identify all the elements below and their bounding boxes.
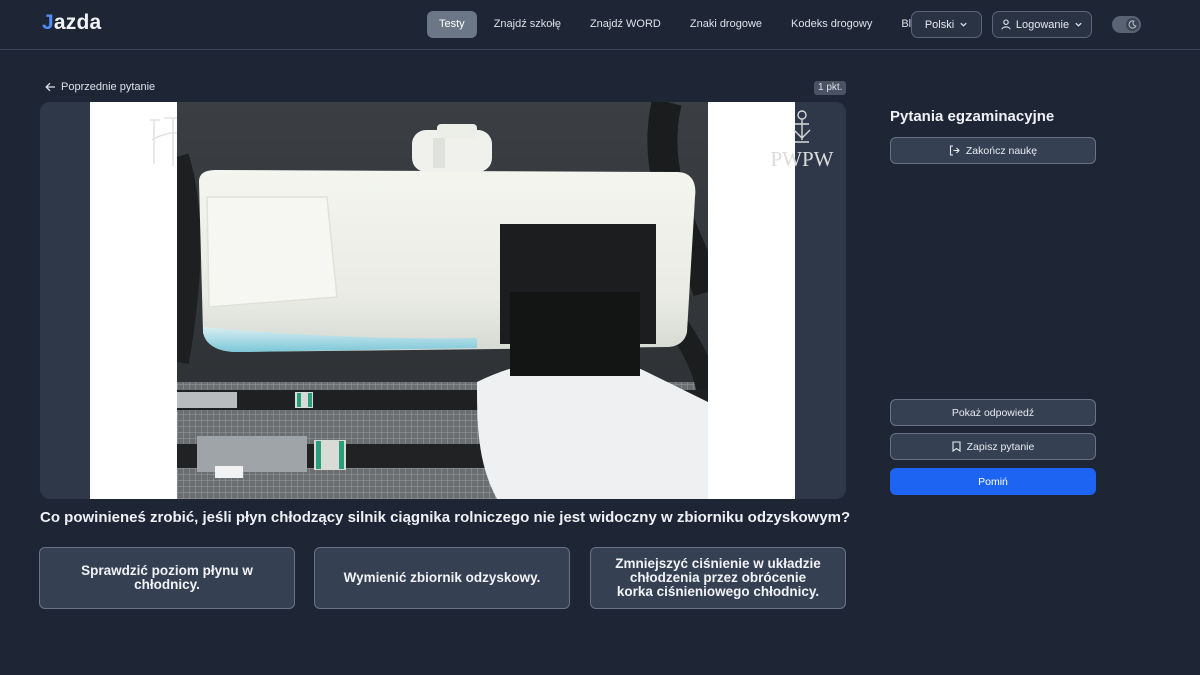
question-media: PWPW [40,102,846,499]
language-label: Polski [924,18,955,31]
nav-link-road-signs[interactable]: Znaki drogowe [678,11,774,38]
pwpw-watermark-logo: PWPW [771,110,834,171]
main-nav: Testy Znajdź szkołę Znajdź WORD Znaki dr… [427,11,940,38]
chevron-down-icon [1075,22,1082,27]
arrow-left-icon [45,82,55,92]
sidebar-title: Pytania egzaminacyjne [890,108,1055,125]
nav-link-tests[interactable]: Testy [427,11,477,38]
show-answer-button[interactable]: Pokaż odpowiedź [890,399,1096,426]
nav-link-find-word[interactable]: Znajdź WORD [578,11,673,38]
points-badge: 1 pkt. [814,81,847,95]
chevron-down-icon [960,22,967,27]
bookmark-icon [952,441,961,452]
logout-icon [949,145,960,156]
svg-text:PWPW: PWPW [771,147,834,171]
answer-option-2[interactable]: Wymienić zbiornik odzyskowy. [314,547,570,609]
show-answer-label: Pokaż odpowiedź [951,406,1035,419]
skip-button[interactable]: Pomiń [890,468,1096,495]
login-label: Logowanie [1015,18,1070,31]
nav-link-road-code[interactable]: Kodeks drogowy [779,11,884,38]
language-dropdown[interactable]: Polski [911,11,982,38]
jazda-logo[interactable]: Jazda [42,11,101,35]
nav-link-find-school[interactable]: Znajdź szkołę [482,11,573,38]
skip-label: Pomiń [978,475,1008,488]
coolant-reservoir-photo [177,102,708,499]
answer-option-1[interactable]: Sprawdzić poziom płynu w chłodnicy. [39,547,295,609]
question-text: Co powinieneś zrobić, jeśli płyn chłodzą… [40,509,851,526]
answer-option-3[interactable]: Zmniejszyć ciśnienie w układzie chłodzen… [590,547,846,609]
save-question-button[interactable]: Zapisz pytanie [890,433,1096,460]
finish-learning-button[interactable]: Zakończ naukę [890,137,1096,164]
moon-icon [1126,18,1139,31]
logo-text: azda [53,11,102,34]
previous-question-label: Poprzednie pytanie [61,81,156,93]
logo-letter: J [42,11,54,34]
previous-question-link[interactable]: Poprzednie pytanie [45,81,155,93]
login-dropdown[interactable]: Logowanie [992,11,1092,38]
finish-learning-label: Zakończ naukę [965,144,1038,157]
top-navbar: Jazda Testy Znajdź szkołę Znajdź WORD Zn… [0,0,1200,50]
save-question-label: Zapisz pytanie [966,440,1035,453]
user-icon [1001,19,1011,30]
theme-toggle[interactable] [1112,16,1141,33]
